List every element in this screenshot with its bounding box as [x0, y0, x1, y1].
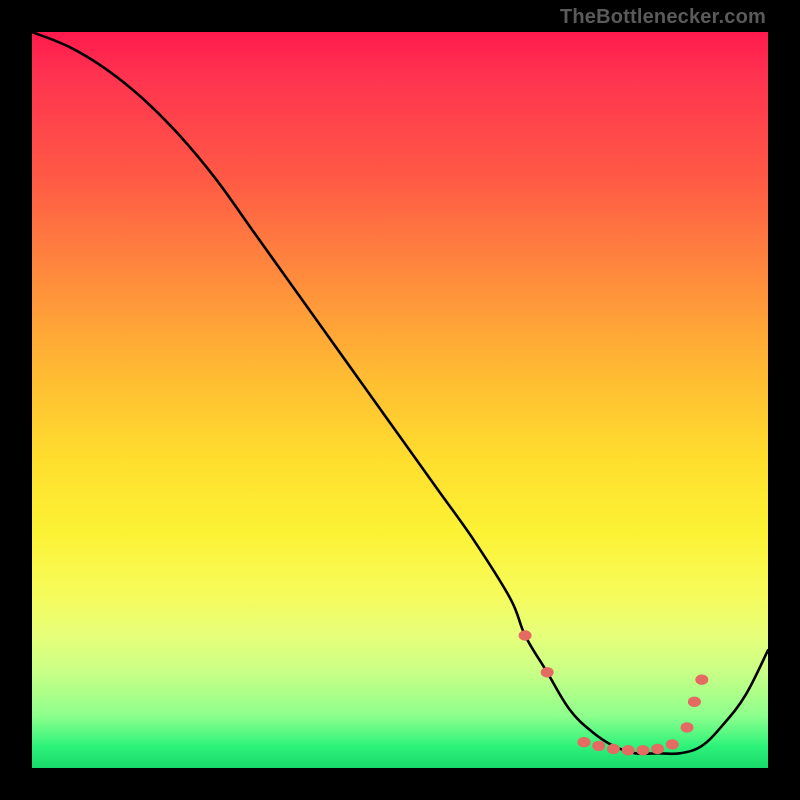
- highlight-dot: [541, 667, 554, 677]
- highlight-dots-group: [519, 630, 709, 755]
- highlight-dot: [651, 744, 664, 754]
- chart-svg: [32, 32, 768, 768]
- highlight-dot: [666, 739, 679, 749]
- highlight-dot: [636, 745, 649, 755]
- highlight-dot: [578, 737, 591, 747]
- highlight-dot: [695, 675, 708, 685]
- highlight-dot: [592, 741, 605, 751]
- highlight-dot: [607, 744, 620, 754]
- highlight-dot: [519, 630, 532, 640]
- highlight-dot: [681, 722, 694, 732]
- highlight-dot: [688, 697, 701, 707]
- chart-frame: TheBottlenecker.com: [0, 0, 800, 800]
- bottleneck-curve: [32, 32, 768, 754]
- attribution-label: TheBottlenecker.com: [560, 6, 766, 29]
- plot-area: [32, 32, 768, 768]
- highlight-dot: [622, 745, 635, 755]
